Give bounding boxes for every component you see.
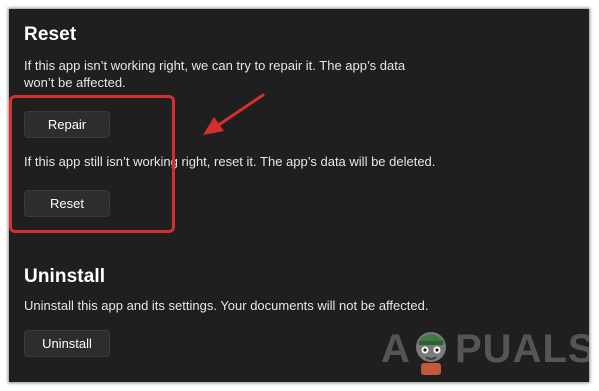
- app-settings-panel: Reset If this app isn’t working right, w…: [9, 9, 589, 382]
- uninstall-heading: Uninstall: [24, 266, 106, 287]
- uninstall-description: Uninstall this app and its settings. You…: [24, 298, 429, 313]
- watermark-text-left: A: [381, 327, 411, 371]
- mascot-logo-icon: [416, 332, 446, 375]
- watermark-text-right: PUALS: [455, 327, 589, 371]
- appuals-watermark: A PUALS: [379, 321, 589, 377]
- uninstall-button[interactable]: Uninstall: [24, 330, 110, 357]
